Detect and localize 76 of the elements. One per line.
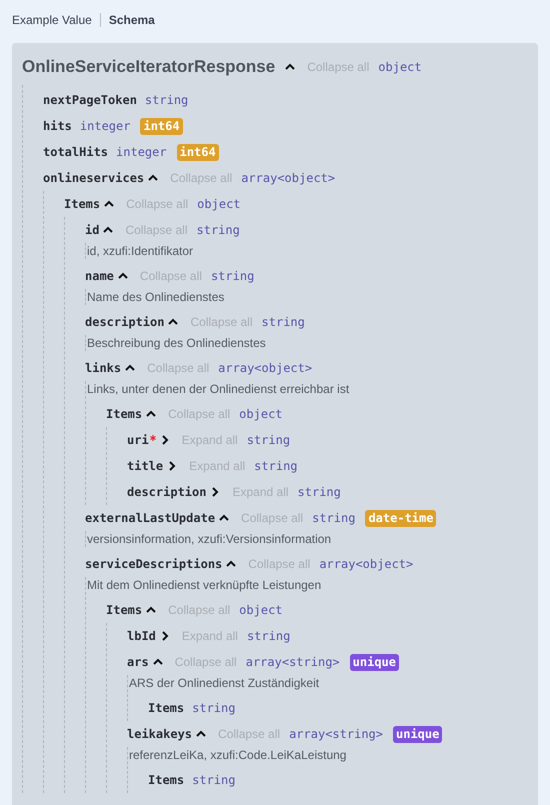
property-name: links bbox=[85, 360, 122, 377]
property-type: string bbox=[196, 222, 240, 239]
property-name: uri bbox=[127, 432, 149, 449]
property-name: totalHits bbox=[43, 144, 108, 161]
chevron-right-icon[interactable] bbox=[167, 461, 178, 471]
schema-title: OnlineServiceIteratorResponse bbox=[22, 56, 276, 78]
property-type: string bbox=[254, 458, 298, 475]
format-badge: int64 bbox=[176, 144, 219, 160]
property-name: id bbox=[85, 222, 100, 239]
property-description: id, xzufi:Identifikator bbox=[86, 243, 194, 259]
property-name: Items bbox=[106, 602, 142, 619]
chevron-up-icon[interactable] bbox=[152, 657, 163, 667]
property-type: string bbox=[144, 92, 188, 109]
property-type: string bbox=[262, 314, 305, 331]
chevron-up-icon[interactable] bbox=[285, 62, 296, 72]
property-name: Items bbox=[148, 772, 184, 789]
property-name: serviceDescriptions bbox=[85, 556, 222, 573]
property-name: externalLastUpdate bbox=[85, 510, 216, 527]
property-name: leikakeys bbox=[127, 726, 192, 743]
chevron-up-icon[interactable] bbox=[168, 317, 178, 327]
chevron-up-icon[interactable] bbox=[146, 409, 156, 419]
property-type: array<object> bbox=[218, 360, 312, 377]
property-name: Items bbox=[64, 196, 100, 213]
property-description: versionsinformation, xzufi:Versionsinformation bbox=[86, 531, 332, 547]
chevron-up-icon[interactable] bbox=[104, 199, 114, 209]
property-type: string bbox=[312, 510, 356, 527]
property-type: string bbox=[246, 432, 290, 449]
unique-badge: unique bbox=[350, 654, 400, 670]
property-type: object bbox=[378, 59, 422, 76]
property-description: Links, unter denen der Onlinedienst erreichbar ist bbox=[86, 381, 350, 397]
chevron-up-icon[interactable] bbox=[219, 513, 230, 523]
chevron-up-icon[interactable] bbox=[118, 271, 128, 281]
unique-badge: unique bbox=[393, 726, 442, 742]
property-type: array<string> bbox=[289, 726, 383, 743]
chevron-up-icon[interactable] bbox=[103, 225, 114, 235]
property-name: Items bbox=[148, 700, 184, 717]
chevron-right-icon[interactable] bbox=[160, 435, 170, 445]
property-description: Beschreibung des Onlinedienstes bbox=[86, 335, 267, 351]
property-name: description bbox=[127, 484, 206, 501]
property-type: string bbox=[298, 484, 341, 501]
property-name: nextPageToken bbox=[43, 92, 137, 109]
property-type: string bbox=[192, 700, 236, 717]
format-badge: int64 bbox=[140, 118, 183, 134]
property-name: title bbox=[127, 458, 164, 475]
property-description: Mit dem Onlinedienst verknüpfte Leistungen bbox=[86, 577, 322, 593]
property-description: Name des Onlinedienstes bbox=[86, 289, 226, 305]
property-name: name bbox=[85, 268, 114, 285]
property-name: lbId bbox=[127, 628, 156, 645]
tab[interactable]: Example Value bbox=[12, 13, 101, 27]
property-type: array<string> bbox=[246, 654, 340, 671]
property-type: object bbox=[197, 196, 241, 213]
property-type: array<object> bbox=[241, 170, 336, 187]
property-description: referenzLeiKa, xzufi:Code.LeiKaLeistung bbox=[128, 747, 348, 763]
chevron-right-icon[interactable] bbox=[210, 487, 220, 497]
chevron-right-icon[interactable] bbox=[160, 631, 170, 641]
property-type: object bbox=[239, 602, 283, 619]
property-type: array<object> bbox=[319, 556, 414, 573]
property-type: string bbox=[210, 268, 254, 285]
property-name: onlineservices bbox=[43, 170, 144, 187]
chevron-up-icon[interactable] bbox=[125, 363, 136, 373]
tab[interactable]: Schema bbox=[100, 13, 163, 27]
property-type: integer bbox=[116, 144, 167, 161]
chevron-up-icon[interactable] bbox=[148, 173, 158, 183]
property-type: object bbox=[239, 406, 283, 423]
chevron-up-icon[interactable] bbox=[196, 729, 206, 739]
property-type: integer bbox=[80, 118, 130, 135]
property-name: ars bbox=[127, 654, 149, 671]
property-type: string bbox=[246, 628, 290, 645]
property-description: ARS der Onlinedienst Zuständigkeit bbox=[128, 675, 320, 691]
chevron-up-icon[interactable] bbox=[226, 559, 236, 569]
chevron-up-icon[interactable] bbox=[146, 605, 156, 615]
format-badge: date-time bbox=[365, 510, 436, 526]
property-type: string bbox=[192, 772, 236, 789]
property-name: Items bbox=[106, 406, 142, 423]
property-name: description bbox=[85, 314, 164, 331]
property-name: hits bbox=[43, 118, 72, 135]
